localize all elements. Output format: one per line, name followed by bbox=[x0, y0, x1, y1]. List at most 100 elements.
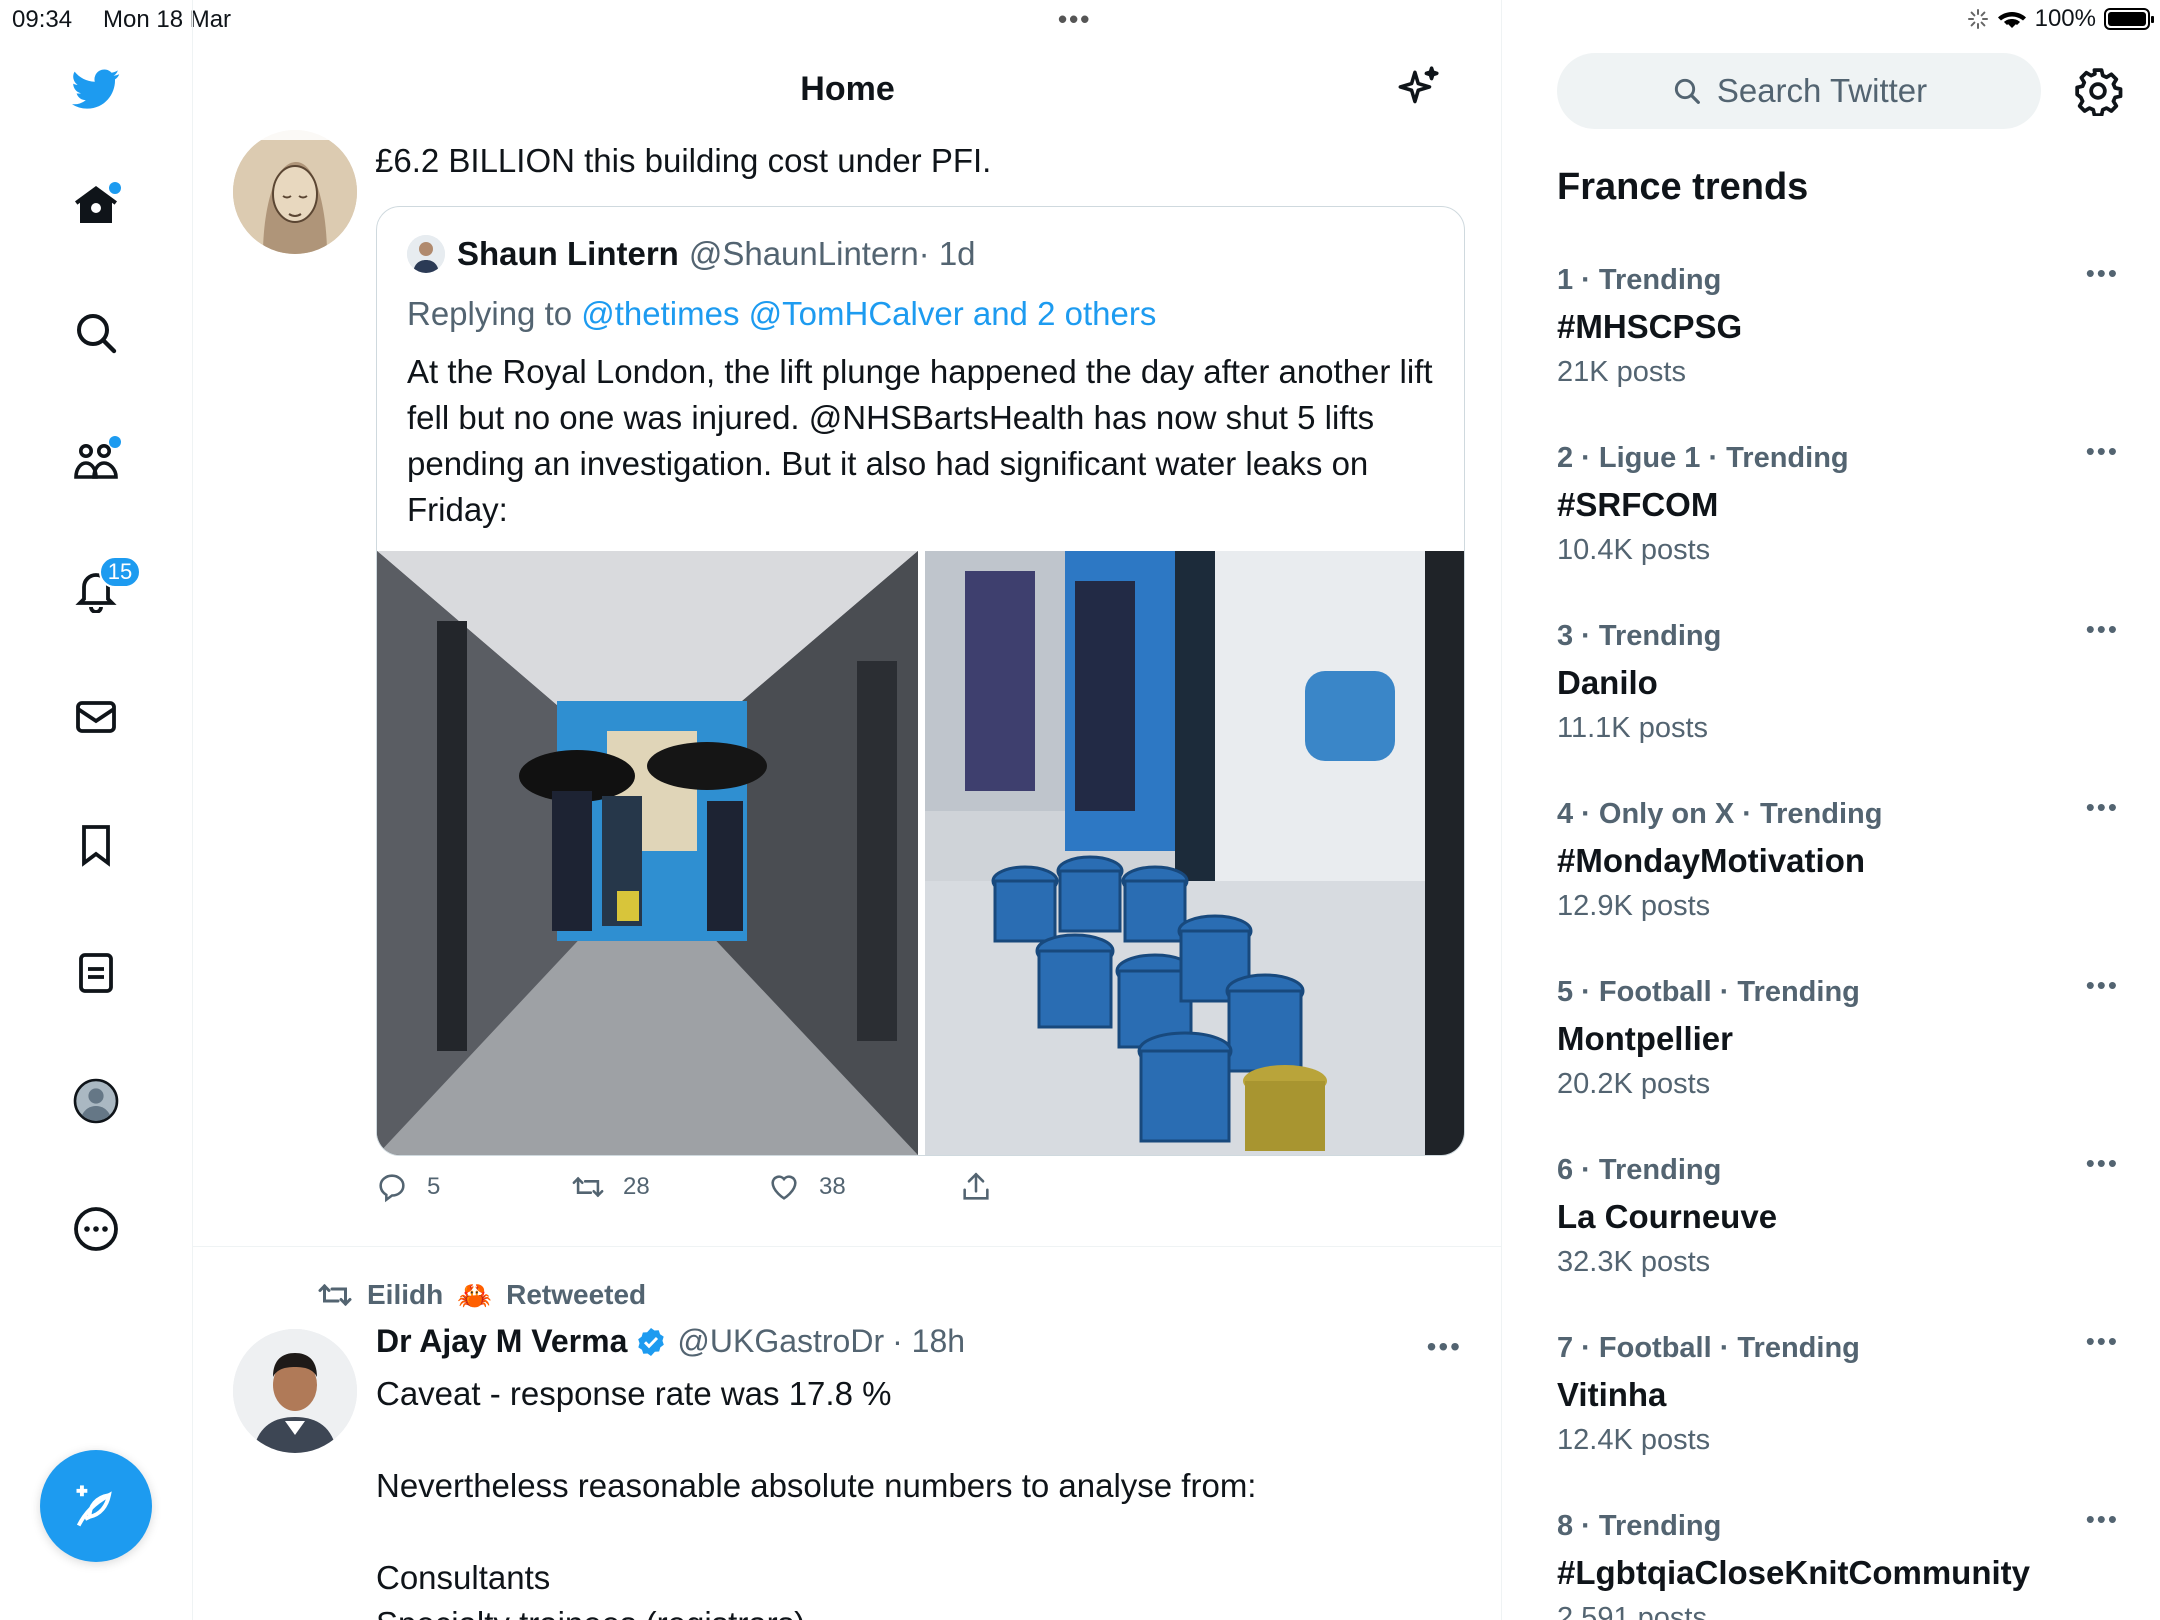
trend-more-options-icon[interactable]: ••• bbox=[2086, 970, 2119, 1001]
trend-more-options-icon[interactable]: ••• bbox=[2086, 614, 2119, 645]
trend-post-count: 11.1K posts bbox=[1557, 712, 1709, 744]
tweet-actions: 5 28 38 bbox=[375, 1170, 1075, 1214]
trend-meta: 6 · Trending bbox=[1557, 1154, 1722, 1186]
reply-icon bbox=[379, 1174, 405, 1203]
quoted-author-avatar[interactable] bbox=[407, 235, 445, 273]
author-avatar[interactable] bbox=[233, 130, 357, 254]
trend-meta: 4 · Only on X · Trending bbox=[1557, 798, 1883, 830]
twitter-logo-icon[interactable] bbox=[67, 60, 125, 118]
communities-unread-dot bbox=[109, 436, 121, 448]
trend-post-count: 21K posts bbox=[1557, 356, 1686, 388]
heart-icon bbox=[771, 1175, 797, 1200]
quoted-media-image-corridor[interactable] bbox=[377, 551, 918, 1155]
quoted-tweet[interactable]: Shaun Lintern @ShaunLintern · 1d Replyin… bbox=[376, 206, 1465, 1156]
crab-emoji: 🦀 bbox=[457, 1279, 493, 1311]
tweet-divider bbox=[193, 1246, 1501, 1247]
tweet-header: Dr Ajay M Verma @UKGastroDr · 18h bbox=[376, 1323, 965, 1360]
retweeted-by-line: Eilidh 🦀 Retweeted bbox=[317, 1277, 646, 1313]
replying-to-mentions[interactable]: @thetimes @TomHCalver and 2 others bbox=[581, 295, 1156, 332]
reply-button[interactable]: 5 bbox=[375, 1170, 440, 1204]
search-icon bbox=[1674, 78, 1700, 104]
settings-gear-icon[interactable] bbox=[2073, 66, 2123, 116]
profile-avatar-icon[interactable] bbox=[67, 1072, 125, 1130]
tweet-time: · 18h bbox=[892, 1323, 966, 1359]
trend-more-options-icon[interactable]: ••• bbox=[2086, 436, 2119, 467]
retweeter-name[interactable]: Eilidh bbox=[367, 1279, 443, 1311]
quoted-tweet-header: Shaun Lintern @ShaunLintern · 1d bbox=[407, 235, 976, 273]
more-options-icon[interactable] bbox=[67, 1200, 125, 1258]
trend-name: Montpellier bbox=[1557, 1020, 1734, 1057]
trend-name: #MHSCPSG bbox=[1557, 308, 1743, 345]
sparkle-icon[interactable] bbox=[1392, 64, 1442, 114]
search-input[interactable]: Search Twitter bbox=[1557, 53, 2041, 129]
quoted-tweet-text: At the Royal London, the lift plunge hap… bbox=[407, 353, 1433, 528]
share-button[interactable] bbox=[959, 1170, 993, 1204]
trend-item[interactable]: 1 · Trending #MHSCPSG 21K posts ••• bbox=[1557, 258, 2117, 424]
search-icon[interactable] bbox=[67, 304, 125, 362]
like-count: 38 bbox=[819, 1173, 846, 1200]
trend-item[interactable]: 4 · Only on X · Trending #MondayMotivatio… bbox=[1557, 792, 2117, 958]
quoted-author-name[interactable]: Shaun Lintern bbox=[457, 235, 679, 273]
trend-name: La Courneuve bbox=[1557, 1198, 1778, 1235]
retweeted-label: Retweeted bbox=[506, 1279, 647, 1310]
trend-more-options-icon[interactable]: ••• bbox=[2086, 792, 2119, 823]
tweet-more-options-icon[interactable]: ••• bbox=[1427, 1331, 1462, 1363]
trend-post-count: 32.3K posts bbox=[1557, 1246, 1711, 1278]
right-sidebar: Search Twitter France trends 1 · Trendin… bbox=[1503, 0, 2160, 1620]
home-icon[interactable] bbox=[67, 176, 125, 234]
trend-name: Danilo bbox=[1557, 664, 1658, 701]
notifications-badge: 15 bbox=[99, 556, 141, 588]
trend-meta: 3 · Trending bbox=[1557, 620, 1722, 652]
replying-to-line: Replying to @thetimes @TomHCalver and 2 … bbox=[407, 295, 1156, 333]
tweet-text: £6.2 BILLION this building cost under PF… bbox=[375, 142, 992, 179]
trend-post-count: 2,591 posts bbox=[1557, 1602, 1707, 1620]
timeline-header: Home bbox=[193, 40, 1501, 140]
bookmarks-icon[interactable] bbox=[67, 816, 125, 874]
trend-item[interactable]: 3 · Trending Danilo 11.1K posts ••• bbox=[1557, 614, 2117, 780]
verified-badge-icon bbox=[638, 1327, 665, 1356]
quoted-author-handle[interactable]: @ShaunLintern bbox=[689, 235, 919, 273]
trend-more-options-icon[interactable]: ••• bbox=[2086, 258, 2119, 289]
trend-item[interactable]: 8 · Trending #LgbtqiaCloseKnitCommunity 2,… bbox=[1557, 1504, 2117, 1620]
trend-meta: 2 · Ligue 1 · Trending bbox=[1557, 442, 1849, 474]
trend-meta: 1 · Trending bbox=[1557, 264, 1722, 296]
trend-name: #SRFCOM bbox=[1557, 486, 1719, 523]
retweet-button[interactable]: 28 bbox=[571, 1170, 650, 1204]
lists-icon[interactable] bbox=[67, 944, 125, 1002]
trend-item[interactable]: 5 · Football · Trending Montpellier 20.2K … bbox=[1557, 970, 2117, 1136]
trend-more-options-icon[interactable]: ••• bbox=[2086, 1504, 2119, 1535]
compose-feather-icon bbox=[76, 1485, 112, 1527]
trend-meta: 7 · Football · Trending bbox=[1557, 1332, 1860, 1364]
retweet-icon bbox=[572, 1176, 604, 1198]
author-name[interactable]: Dr Ajay M Verma bbox=[376, 1323, 627, 1360]
trend-post-count: 12.4K posts bbox=[1557, 1424, 1711, 1456]
trend-meta: 8 · Trending bbox=[1557, 1510, 1722, 1542]
home-unread-dot bbox=[109, 182, 121, 194]
page-title: Home bbox=[800, 70, 895, 108]
trend-post-count: 10.4K posts bbox=[1557, 534, 1711, 566]
trend-name: #LgbtqiaCloseKnitCommunity bbox=[1557, 1554, 2031, 1591]
author-handle[interactable]: @UKGastroDr bbox=[677, 1323, 884, 1360]
trend-item[interactable]: 6 · Trending La Courneuve 32.3K posts ••• bbox=[1557, 1148, 2117, 1314]
trend-item[interactable]: 7 · Football · Trending Vitinha 12.4K post… bbox=[1557, 1326, 2117, 1492]
trend-more-options-icon[interactable]: ••• bbox=[2086, 1326, 2119, 1357]
quoted-tweet-time: · 1d bbox=[918, 235, 976, 272]
left-nav: 15 bbox=[0, 0, 193, 1620]
trend-meta: 5 · Football · Trending bbox=[1557, 976, 1860, 1008]
retweet-count: 28 bbox=[623, 1173, 650, 1200]
replying-to-prefix: Replying to bbox=[407, 295, 582, 332]
quoted-media-image-buckets[interactable] bbox=[925, 551, 1464, 1155]
compose-tweet-button[interactable] bbox=[40, 1450, 152, 1562]
reply-count: 5 bbox=[427, 1173, 441, 1200]
timeline: Home £6.2 BILLION this building cost und… bbox=[193, 0, 1502, 1620]
messages-icon[interactable] bbox=[67, 688, 125, 746]
trend-more-options-icon[interactable]: ••• bbox=[2086, 1148, 2119, 1179]
trend-name: #MondayMotivation bbox=[1557, 842, 1866, 879]
trend-item[interactable]: 2 · Ligue 1 · Trending #SRFCOM 10.4K posts… bbox=[1557, 436, 2117, 602]
communities-icon[interactable] bbox=[67, 432, 125, 490]
trend-post-count: 20.2K posts bbox=[1557, 1068, 1711, 1100]
like-button[interactable]: 38 bbox=[767, 1170, 846, 1204]
author-avatar[interactable] bbox=[233, 1329, 357, 1453]
search-placeholder: Search Twitter bbox=[1716, 72, 1928, 109]
trends-title: France trends bbox=[1557, 166, 1809, 208]
